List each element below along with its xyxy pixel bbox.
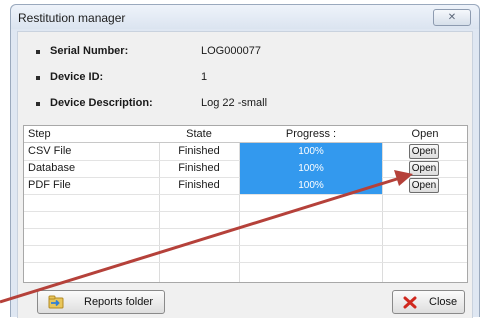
annotation-arrow: [0, 170, 413, 304]
